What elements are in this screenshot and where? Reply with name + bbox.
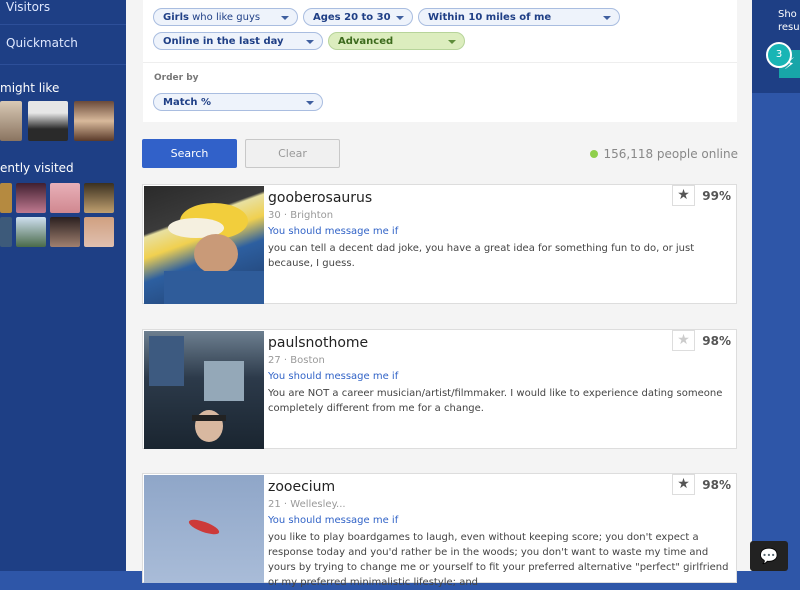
photo-art	[188, 519, 220, 535]
recent-photo[interactable]	[50, 217, 80, 247]
chat-icon[interactable]: 💬	[750, 541, 788, 571]
profile-meta: 21 · Wellesley...	[268, 499, 346, 510]
order-by-value: Match %	[163, 97, 212, 108]
clear-button[interactable]: Clear	[245, 139, 340, 168]
recent-photo[interactable]	[16, 183, 46, 213]
profile-photo[interactable]	[144, 186, 264, 304]
sidebar-item-quickmatch[interactable]: Quickmatch	[6, 36, 78, 50]
chevron-down-icon	[603, 16, 611, 20]
might-like-heading: might like	[0, 81, 60, 95]
profile-photo[interactable]	[144, 475, 264, 583]
order-by-label: Order by	[154, 73, 199, 83]
boost-text-line2: resu	[778, 22, 800, 33]
might-like-photo[interactable]	[28, 101, 68, 141]
message-prompt: You should message me if	[268, 226, 399, 237]
profile-meta: 30 · Brighton	[268, 210, 334, 221]
profile-essay: you like to play boardgames to laugh, ev…	[268, 532, 729, 588]
distance-filter-label: Within 10 miles of me	[428, 12, 552, 23]
right-rail: Sho resu ⚡ 3 💬	[750, 0, 800, 571]
sidebar-divider	[0, 64, 126, 65]
age-filter-label: Ages 20 to 30	[313, 12, 391, 23]
online-count: 156,118 people online	[590, 147, 738, 161]
boost-text: Sho resu	[778, 8, 800, 34]
search-button[interactable]: Search	[142, 139, 237, 168]
result-card[interactable]: zooecium 21 · Wellesley... You should me…	[142, 473, 737, 588]
recent-photo[interactable]	[0, 183, 12, 213]
profile-username[interactable]: paulsnothome	[268, 335, 368, 351]
match-percent: 98%	[702, 478, 731, 492]
match-percent: 98%	[702, 334, 731, 348]
chevron-down-icon	[306, 40, 314, 44]
might-like-photo[interactable]	[74, 101, 114, 141]
online-filter[interactable]: Online in the last day	[153, 32, 323, 50]
recent-photo[interactable]	[84, 183, 114, 213]
recent-photo[interactable]	[0, 217, 12, 247]
distance-filter[interactable]: Within 10 miles of me	[418, 8, 620, 26]
profile-username[interactable]: zooecium	[268, 479, 335, 495]
gender-filter-rest: who like guys	[188, 12, 261, 23]
boost-panel[interactable]: Sho resu ⚡ 3	[752, 0, 800, 93]
chevron-down-icon	[396, 16, 404, 20]
profile-meta: 27 · Boston	[268, 355, 325, 366]
boost-count-badge: 3	[766, 42, 792, 68]
star-icon[interactable]: ★	[672, 474, 695, 495]
age-filter[interactable]: Ages 20 to 30	[303, 8, 413, 26]
star-icon[interactable]: ★	[672, 330, 695, 351]
advanced-filter-label: Advanced	[338, 36, 394, 47]
boost-text-line1: Sho	[778, 9, 797, 20]
filter-divider	[143, 62, 737, 63]
recently-visited-heading: ently visited	[0, 161, 74, 175]
chevron-down-icon	[448, 40, 456, 44]
message-prompt: You should message me if	[268, 515, 399, 526]
chevron-down-icon	[281, 16, 289, 20]
message-prompt: You should message me if	[268, 371, 399, 382]
filter-panel: Girls who like guys Ages 20 to 30 Within…	[143, 0, 737, 122]
online-count-text: 156,118 people online	[603, 147, 738, 161]
gender-filter[interactable]: Girls who like guys	[153, 8, 298, 26]
advanced-filter[interactable]: Advanced	[328, 32, 465, 50]
photo-art	[164, 203, 264, 304]
recent-photo[interactable]	[84, 217, 114, 247]
profile-photo[interactable]	[144, 331, 264, 449]
recent-photo[interactable]	[50, 183, 80, 213]
sidebar-item-visitors[interactable]: Visitors	[6, 0, 50, 14]
result-card[interactable]: gooberosaurus 30 · Brighton You should m…	[142, 184, 737, 304]
might-like-photo[interactable]	[0, 101, 22, 141]
online-filter-label: Online in the last day	[163, 36, 284, 47]
profile-essay: you can tell a decent dad joke, you have…	[268, 243, 695, 269]
main-content: Girls who like guys Ages 20 to 30 Within…	[126, 0, 752, 588]
left-sidebar: Visitors Quickmatch might like ently vis…	[0, 0, 126, 571]
profile-username[interactable]: gooberosaurus	[268, 190, 372, 206]
profile-essay: You are NOT a career musician/artist/fil…	[268, 388, 723, 414]
gender-filter-bold: Girls	[163, 12, 189, 23]
online-status-dot	[590, 150, 599, 158]
order-by-select[interactable]: Match %	[153, 93, 323, 111]
photo-art	[149, 336, 244, 442]
sidebar-divider	[0, 24, 126, 25]
match-percent: 99%	[702, 189, 731, 203]
result-card[interactable]: paulsnothome 27 · Boston You should mess…	[142, 329, 737, 449]
recent-photo[interactable]	[16, 217, 46, 247]
chevron-down-icon	[306, 101, 314, 105]
star-icon[interactable]: ★	[672, 185, 695, 206]
